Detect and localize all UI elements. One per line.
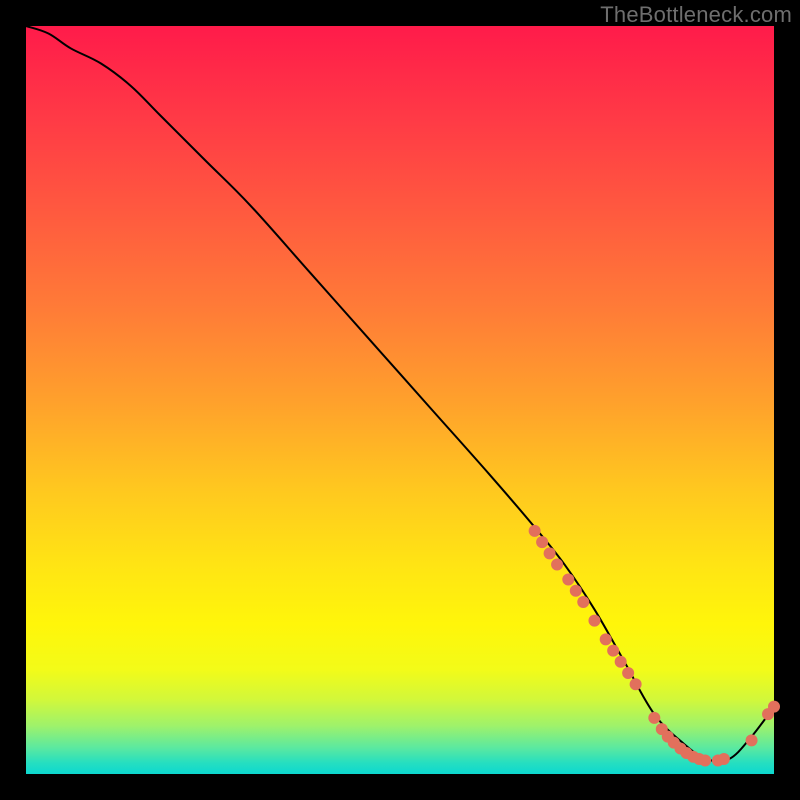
bottleneck-curve [26, 26, 774, 762]
data-marker [600, 633, 612, 645]
data-marker [529, 525, 541, 537]
data-marker [588, 615, 600, 627]
data-marker [768, 701, 780, 713]
data-marker [562, 574, 574, 586]
data-marker [544, 547, 556, 559]
chart-frame: TheBottleneck.com [0, 0, 800, 800]
data-marker [607, 645, 619, 657]
data-marker [630, 678, 642, 690]
data-marker [746, 734, 758, 746]
data-marker [718, 753, 730, 765]
data-marker [570, 585, 582, 597]
watermark-text: TheBottleneck.com [600, 2, 792, 28]
data-marker [577, 596, 589, 608]
data-marker [648, 712, 660, 724]
curve-layer [0, 0, 800, 800]
data-marker [536, 536, 548, 548]
data-marker [622, 667, 634, 679]
data-marker [615, 656, 627, 668]
data-marker [551, 559, 563, 571]
data-marker [699, 755, 711, 767]
